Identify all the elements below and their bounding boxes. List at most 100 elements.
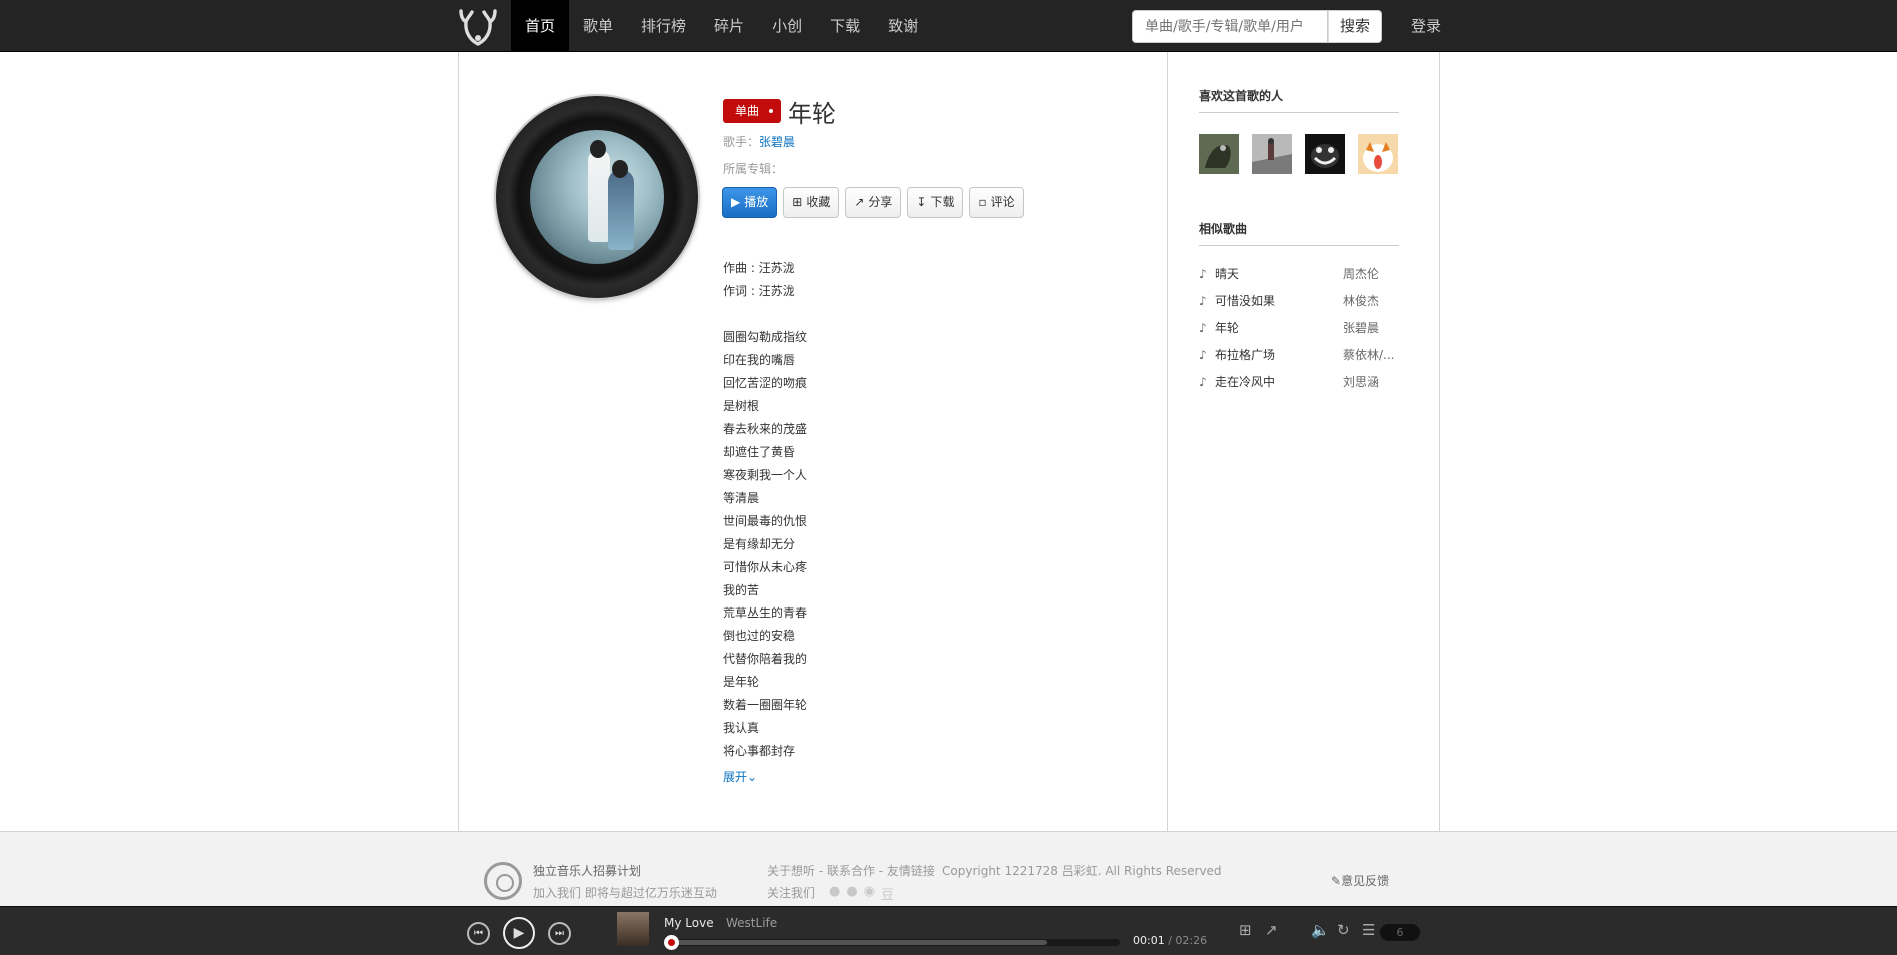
similar-song-name[interactable]: 走在冷风中 <box>1215 372 1343 399</box>
nav-charts[interactable]: 排行榜 <box>627 0 700 52</box>
folder-add-icon: ⊞ <box>792 195 803 209</box>
similar-song-name[interactable]: 布拉格广场 <box>1215 345 1343 372</box>
main-nav: 首页 歌单 排行榜 碎片 小创 下载 致谢 <box>511 0 932 52</box>
album-label: 所属专辑： <box>723 162 784 176</box>
nav-home[interactable]: 首页 <box>511 0 570 52</box>
lyric-line: 是年轮 <box>723 675 760 689</box>
player-bar: ⏮ ▶ ⏭ My Love WestLife 00:01 / 02:26 ⊞ ↗… <box>0 906 1897 955</box>
song-title: 年轮 <box>788 100 836 128</box>
recruit-title[interactable]: 独立音乐人招募计划 <box>533 862 641 879</box>
playlist-count-badge[interactable]: 6 <box>1380 924 1420 941</box>
list-item[interactable]: ♪ 年轮 张碧晨 <box>1199 318 1399 345</box>
follow-us-label: 关注我们 <box>767 886 816 900</box>
music-note-icon: ♪ <box>1199 321 1207 335</box>
similar-song-name[interactable]: 可惜没如果 <box>1215 291 1343 318</box>
recruit-subtitle: 加入我们 即将与超过亿万乐迷互动 <box>533 886 717 900</box>
music-note-icon: ♪ <box>1199 375 1207 389</box>
similar-song-artist[interactable]: 张碧晨 <box>1343 318 1379 345</box>
loop-icon[interactable]: ↻ <box>1337 921 1350 939</box>
similar-song-name[interactable]: 年轮 <box>1215 318 1343 345</box>
qq-icon[interactable]: ● <box>829 884 840 903</box>
song-actions: ▶ 播放 ⊞ 收藏 ↗ 分享 ↧ 下载 ▫ 评论 <box>722 187 1024 218</box>
share-button[interactable]: ↗ 分享 <box>845 187 902 218</box>
user-avatar[interactable] <box>1252 134 1292 174</box>
user-avatar[interactable] <box>1199 134 1239 174</box>
chevron-down-icon: ⌄ <box>747 770 758 784</box>
time-display: 00:01 / 02:26 <box>1133 934 1208 947</box>
now-playing-artist[interactable]: WestLife <box>726 916 777 930</box>
album-line: 所属专辑： <box>723 160 783 177</box>
douban-icon[interactable]: 豆 <box>881 884 894 903</box>
list-item[interactable]: ♪ 布拉格广场 蔡依林/... <box>1199 345 1399 372</box>
list-item[interactable]: ♪ 可惜没如果 林俊杰 <box>1199 291 1399 318</box>
copyright-text: Copyright 1221728 吕彩虹. All Rights Reserv… <box>942 864 1222 878</box>
similar-song-artist[interactable]: 刘思涵 <box>1343 372 1379 399</box>
download-icon: ↧ <box>916 195 927 209</box>
current-time: 00:01 <box>1133 934 1165 947</box>
next-track-icon[interactable]: ⏭ <box>548 922 571 945</box>
footer-links[interactable]: 关于想听 - 联系合作 - 友情链接 <box>767 862 935 879</box>
lyric-line: 印在我的嘴唇 <box>723 353 796 367</box>
similar-songs-list: ♪ 晴天 周杰伦 ♪ 可惜没如果 林俊杰 ♪ 年轮 张碧晨 ♪ 布拉格广场 蔡依… <box>1199 264 1399 399</box>
duration: 02:26 <box>1175 934 1208 947</box>
music-note-icon: ♪ <box>1199 294 1207 308</box>
user-avatar[interactable] <box>1358 134 1398 174</box>
play-icon[interactable]: ▶ <box>503 917 535 949</box>
similar-song-artist[interactable]: 周杰伦 <box>1343 264 1379 291</box>
share-icon[interactable]: ↗ <box>1265 921 1278 939</box>
top-navbar: 首页 歌单 排行榜 碎片 小创 下载 致谢 搜索 登录 <box>0 0 1897 52</box>
play-button[interactable]: ▶ 播放 <box>722 187 778 218</box>
progress-knob[interactable] <box>664 935 680 950</box>
credit-lyricist: 作词 : 汪苏泷 <box>723 284 795 298</box>
expand-lyrics-link[interactable]: 展开⌄ <box>723 768 757 785</box>
likes-divider <box>1199 112 1399 113</box>
similar-song-artist[interactable]: 蔡依林/... <box>1343 345 1395 372</box>
music-note-icon: ♪ <box>1199 348 1207 362</box>
playlist-icon[interactable]: ☰ <box>1362 921 1375 939</box>
user-avatar[interactable] <box>1305 134 1345 174</box>
vinyl-logo-icon <box>484 862 522 900</box>
share-icon: ↗ <box>854 195 865 209</box>
feedback-link[interactable]: ✎意见反馈 <box>1331 872 1389 889</box>
list-item[interactable]: ♪ 晴天 周杰伦 <box>1199 264 1399 291</box>
lyric-line: 等清晨 <box>723 491 760 505</box>
now-playing-title[interactable]: My Love <box>664 916 714 930</box>
single-tag-badge: 单曲 <box>723 99 782 123</box>
search-input[interactable] <box>1132 10 1328 43</box>
download-button[interactable]: ↧ 下载 <box>907 187 964 218</box>
lyric-line: 数着一圈圈年轮 <box>723 698 808 712</box>
comment-button[interactable]: ▫ 评论 <box>969 187 1024 218</box>
nav-download[interactable]: 下载 <box>816 0 874 52</box>
antler-logo-icon[interactable] <box>455 6 501 46</box>
wechat-icon[interactable]: ● <box>846 884 857 903</box>
column-divider <box>1167 52 1168 831</box>
previous-track-icon[interactable]: ⏮ <box>467 922 490 945</box>
likes-avatars <box>1199 134 1398 174</box>
nav-thanks[interactable]: 致谢 <box>874 0 932 52</box>
album-cover-image <box>530 130 664 264</box>
social-icons: ● ● ◉ 豆 <box>829 884 894 903</box>
play-circle-icon: ▶ <box>731 195 741 209</box>
similar-song-name[interactable]: 晴天 <box>1215 264 1343 291</box>
album-disc <box>496 96 698 298</box>
lyric-line: 荒草丛生的青春 <box>723 606 808 620</box>
volume-icon[interactable]: 🔈 <box>1311 921 1330 939</box>
lyrics-block: 作曲 : 汪苏泷 作词 : 汪苏泷 圆圈勾勒成指纹 印在我的嘴唇 回忆苦涩的吻痕… <box>723 257 807 763</box>
search-button[interactable]: 搜索 <box>1328 10 1382 43</box>
login-link[interactable]: 登录 <box>1411 0 1441 52</box>
folder-add-icon[interactable]: ⊞ <box>1239 921 1252 939</box>
similar-song-artist[interactable]: 林俊杰 <box>1343 291 1379 318</box>
singer-link[interactable]: 张碧晨 <box>759 135 795 149</box>
now-playing-thumbnail[interactable] <box>617 912 649 946</box>
singer-line: 歌手：张碧晨 <box>723 133 795 150</box>
collect-button[interactable]: ⊞ 收藏 <box>783 187 840 218</box>
nav-playlists[interactable]: 歌单 <box>569 0 627 52</box>
similar-divider <box>1199 245 1399 246</box>
progress-track[interactable] <box>664 935 1120 950</box>
list-item[interactable]: ♪ 走在冷风中 刘思涵 <box>1199 372 1399 399</box>
nav-fragments[interactable]: 碎片 <box>700 0 758 52</box>
nav-originals[interactable]: 小创 <box>758 0 816 52</box>
lyric-line: 是树根 <box>723 399 760 413</box>
weibo-icon[interactable]: ◉ <box>864 884 875 903</box>
lyric-line: 代替你陪着我的 <box>723 652 808 666</box>
